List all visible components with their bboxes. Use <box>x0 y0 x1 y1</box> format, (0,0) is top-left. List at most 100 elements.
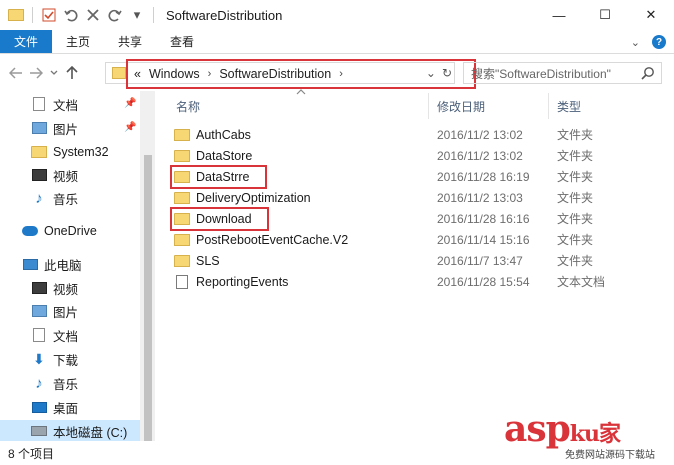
folder-icon <box>8 7 24 23</box>
sidebar-item-this-pc[interactable]: 此电脑 <box>22 253 140 275</box>
search-icon[interactable] <box>641 66 655 80</box>
back-arrow-icon <box>9 67 22 79</box>
breadcrumb-windows[interactable]: Windows <box>149 67 200 81</box>
list-item[interactable]: PostRebootEventCache.V2 2016/11/14 15:16… <box>174 229 674 250</box>
sidebar-item-label: 本地磁盘 (C:) <box>53 425 128 440</box>
address-dropdown-icon[interactable]: ⌄ <box>426 66 436 80</box>
forward-button[interactable] <box>26 61 46 85</box>
sidebar-item-label: 图片 <box>53 122 79 137</box>
sidebar-item-system32[interactable]: System32 <box>31 141 140 163</box>
download-icon: ⬇ <box>33 350 45 367</box>
list-item[interactable]: DataStore 2016/11/2 13:02 文件夹 <box>174 145 674 166</box>
sidebar-item-label: 音乐 <box>53 377 79 392</box>
text-file-icon <box>174 274 190 289</box>
search-placeholder: 搜索"SoftwareDistribution" <box>471 66 611 81</box>
watermark-ku: ku <box>569 421 600 447</box>
watermark-logo: aspku家 <box>504 408 621 450</box>
column-divider[interactable] <box>548 93 549 119</box>
back-button[interactable] <box>6 61 26 85</box>
chevron-right-icon[interactable]: › <box>208 68 212 80</box>
ribbon-tabs: 文件 主页 共享 查看 ⌄ ? <box>0 30 674 54</box>
pin-icon[interactable]: 📌 <box>124 122 136 133</box>
address-bar[interactable]: « Windows › SoftwareDistribution › ⌄ ↻ <box>105 59 476 89</box>
sidebar-item-label: 桌面 <box>53 401 79 416</box>
maximize-button[interactable]: ☐ <box>582 0 628 30</box>
sidebar-item-music[interactable]: ♪ 音乐 <box>31 187 140 209</box>
file-type: 文件夹 <box>557 149 594 163</box>
redo-icon[interactable] <box>107 7 123 23</box>
undo-icon[interactable] <box>63 7 79 23</box>
file-type: 文件夹 <box>557 191 594 205</box>
sidebar-scroll-thumb[interactable] <box>144 155 152 441</box>
folder-icon <box>31 145 47 159</box>
sidebar-item-pc-videos[interactable]: 视频 <box>31 277 140 299</box>
address-tail: ⌄ ↻ <box>426 63 452 83</box>
file-date: 2016/11/2 13:02 <box>437 148 523 163</box>
column-divider[interactable] <box>428 93 429 119</box>
up-arrow-icon <box>66 66 78 79</box>
sidebar-item-pc-music[interactable]: ♪ 音乐 <box>31 372 140 394</box>
highlight-box-datastrre <box>170 165 267 189</box>
sidebar-item-downloads[interactable]: ⬇ 下载 <box>31 348 140 370</box>
tab-share[interactable]: 共享 <box>104 30 156 53</box>
expand-ribbon-icon[interactable]: ⌄ <box>631 36 640 49</box>
navigation-bar: « Windows › SoftwareDistribution › ⌄ ↻ 搜… <box>0 55 674 91</box>
sidebar-item-local-disk-c[interactable]: 本地磁盘 (C:) <box>0 420 140 441</box>
file-type: 文件夹 <box>557 170 594 184</box>
navigation-pane: 文档 📌 图片 📌 System32 视频 ♪ 音乐 OneDrive 此电脑 … <box>0 91 155 441</box>
properties-icon[interactable] <box>41 7 57 23</box>
delete-icon[interactable] <box>85 7 101 23</box>
file-date: 2016/11/2 13:02 <box>437 127 523 142</box>
sidebar-item-label: 图片 <box>53 305 79 320</box>
list-item[interactable]: ReportingEvents 2016/11/28 15:54 文本文档 <box>174 271 674 292</box>
document-icon <box>31 328 47 342</box>
sidebar-item-pc-documents[interactable]: 文档 <box>31 324 140 346</box>
sidebar-item-label: OneDrive <box>44 224 97 238</box>
folder-icon <box>174 233 190 246</box>
file-type: 文件夹 <box>557 233 594 247</box>
pin-icon[interactable]: 📌 <box>124 98 136 109</box>
file-name: PostRebootEventCache.V2 <box>196 232 349 247</box>
recent-locations-button[interactable] <box>46 61 62 85</box>
file-type: 文件夹 <box>557 212 594 226</box>
cloud-icon <box>22 224 38 238</box>
column-header-name[interactable]: 名称 <box>176 95 200 117</box>
list-item[interactable]: DeliveryOptimization 2016/11/2 13:03 文件夹 <box>174 187 674 208</box>
list-item[interactable]: SLS 2016/11/7 13:47 文件夹 <box>174 250 674 271</box>
title-bar: ▾ SoftwareDistribution — ☐ ✕ <box>0 0 674 30</box>
tab-file[interactable]: 文件 <box>0 30 52 53</box>
list-item[interactable]: AuthCabs 2016/11/2 13:02 文件夹 <box>174 124 674 145</box>
search-input[interactable]: 搜索"SoftwareDistribution" <box>463 62 662 84</box>
watermark-main: asp <box>504 408 571 450</box>
sidebar-item-videos[interactable]: 视频 <box>31 164 140 186</box>
sidebar-item-label: 视频 <box>53 169 79 184</box>
breadcrumb-overflow[interactable]: « <box>134 67 141 81</box>
tab-home[interactable]: 主页 <box>52 30 104 53</box>
chevron-right-icon[interactable]: › <box>339 68 343 80</box>
folder-icon <box>174 254 190 267</box>
column-header-type[interactable]: 类型 <box>557 95 581 117</box>
refresh-icon[interactable]: ↻ <box>442 66 452 80</box>
close-button[interactable]: ✕ <box>628 0 674 30</box>
tab-view[interactable]: 查看 <box>156 30 208 53</box>
breadcrumb-softwaredistribution[interactable]: SoftwareDistribution <box>219 67 331 81</box>
up-button[interactable] <box>62 61 82 85</box>
minimize-button[interactable]: — <box>536 0 582 30</box>
file-list: 名称 修改日期 类型 AuthCabs 2016/11/2 13:02 文件夹 … <box>160 89 674 441</box>
folder-icon <box>174 128 190 141</box>
folder-icon <box>174 149 190 162</box>
column-header-modified[interactable]: 修改日期 <box>437 95 485 117</box>
sidebar-item-label: 文档 <box>53 98 79 113</box>
customize-toolbar-icon[interactable]: ▾ <box>129 7 145 23</box>
help-icon[interactable]: ? <box>652 35 666 49</box>
sidebar-item-desktop[interactable]: 桌面 <box>31 396 140 418</box>
file-name: AuthCabs <box>196 127 251 142</box>
sidebar-item-pc-pictures[interactable]: 图片 <box>31 300 140 322</box>
desktop-icon <box>31 400 47 414</box>
sidebar-item-label: 此电脑 <box>44 258 82 273</box>
file-date: 2016/11/28 16:19 <box>437 169 530 184</box>
sidebar-item-onedrive[interactable]: OneDrive <box>22 220 140 242</box>
folder-icon <box>174 191 190 204</box>
picture-icon <box>31 304 47 318</box>
breadcrumb: « Windows › SoftwareDistribution › <box>126 59 476 89</box>
